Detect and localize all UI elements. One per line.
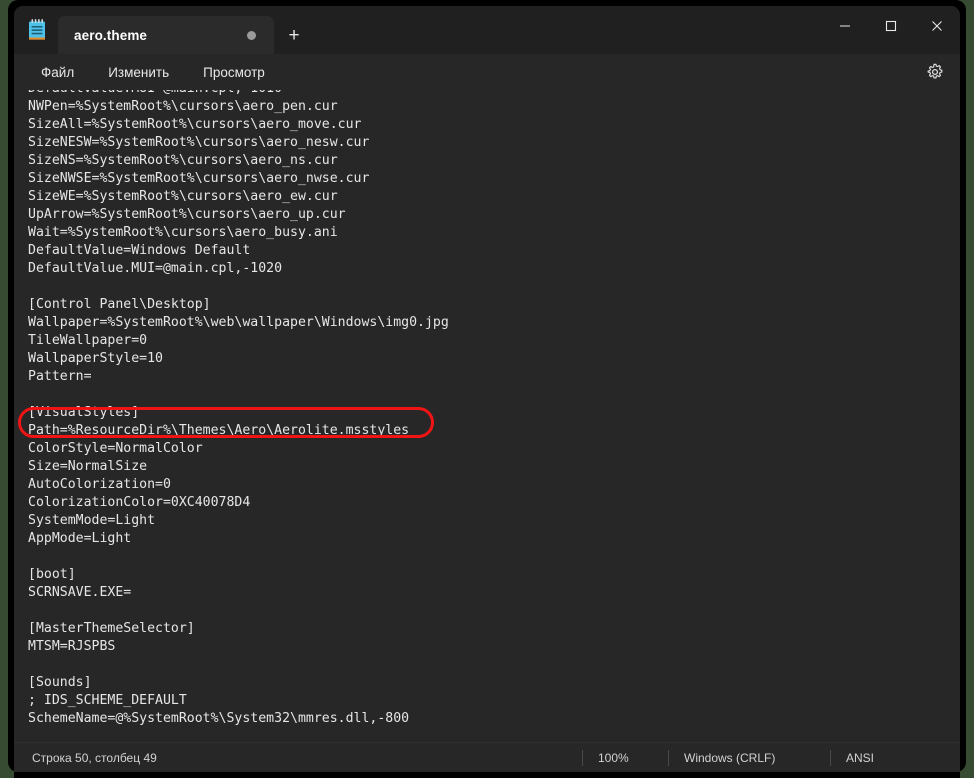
text-editor-area[interactable]: DefaultValue.MUI=@main.cpl,-1010 NWPen=%… xyxy=(14,90,960,742)
unsaved-changes-dot[interactable] xyxy=(247,30,256,40)
maximize-button[interactable] xyxy=(868,6,914,46)
minimize-button[interactable] xyxy=(822,6,868,46)
window-bottom-edge xyxy=(14,772,960,778)
title-bar[interactable]: aero.theme + xyxy=(14,6,960,54)
editor-content[interactable]: DefaultValue.MUI=@main.cpl,-1010 NWPen=%… xyxy=(28,90,960,728)
menu-item-view[interactable]: Просмотр xyxy=(192,60,276,85)
notepad-icon xyxy=(26,18,48,42)
tab-label: aero.theme xyxy=(74,27,148,43)
cursor-position-status[interactable]: Строка 50, столбец 49 xyxy=(14,751,157,765)
window-controls xyxy=(822,6,960,46)
tab-strip: aero.theme + xyxy=(58,6,312,54)
zoom-level-status[interactable]: 100% xyxy=(582,743,629,772)
line-ending-status[interactable]: Windows (CRLF) xyxy=(668,743,775,772)
gear-icon[interactable] xyxy=(924,61,946,83)
tab-aero-theme[interactable]: aero.theme xyxy=(58,16,274,54)
menu-item-edit[interactable]: Изменить xyxy=(97,60,180,85)
status-bar: Строка 50, столбец 49 100% Windows (CRLF… xyxy=(14,742,960,772)
new-tab-button[interactable]: + xyxy=(276,16,312,54)
notepad-window: aero.theme + Файл Изменить Просмотр NWPe… xyxy=(14,6,960,772)
menu-item-file[interactable]: Файл xyxy=(30,60,85,85)
close-button[interactable] xyxy=(914,6,960,46)
encoding-status[interactable]: ANSI xyxy=(830,743,874,772)
menu-bar: Файл Изменить Просмотр xyxy=(14,54,960,90)
